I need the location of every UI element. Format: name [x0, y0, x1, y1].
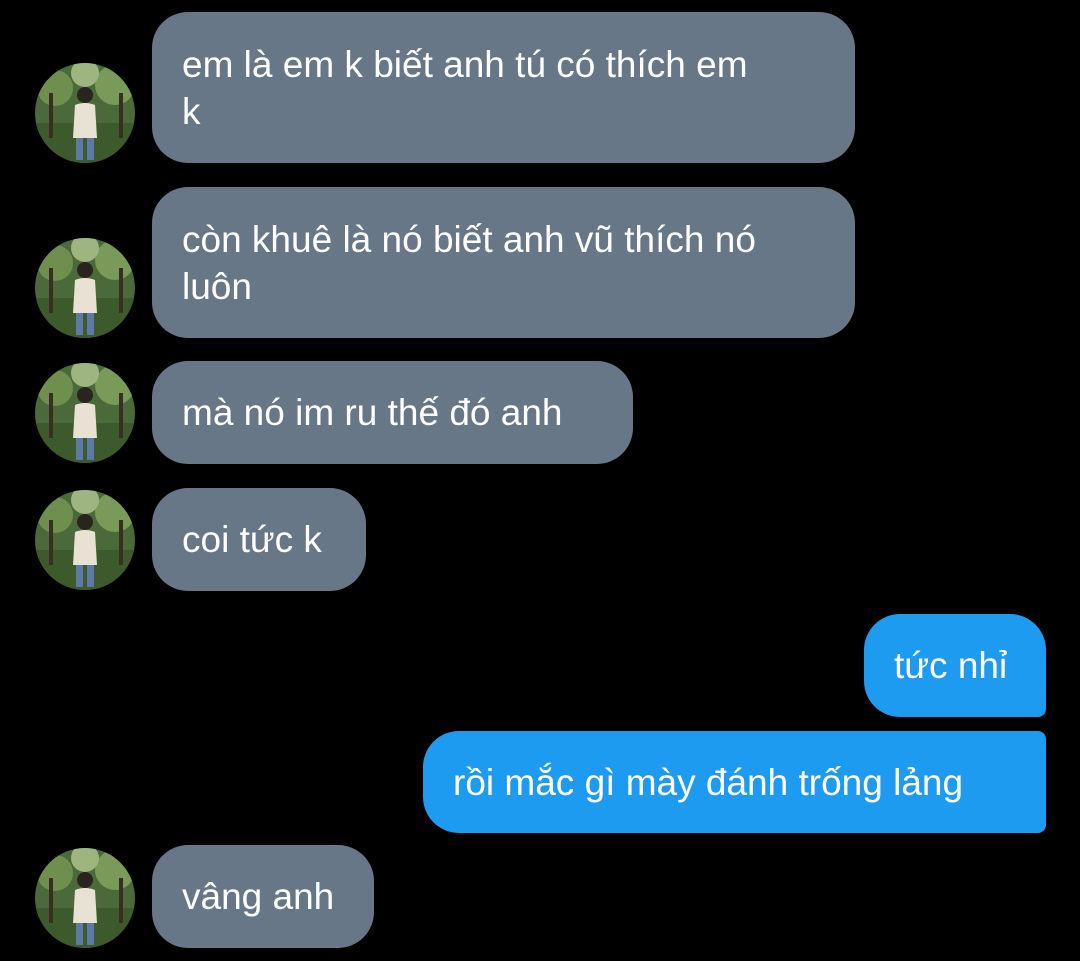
message-text: coi tức k [182, 519, 322, 560]
message-bubble[interactable]: vâng anh [152, 845, 374, 948]
sender-avatar[interactable] [35, 363, 135, 463]
message-bubble[interactable]: còn khuê là nó biết anh vũ thích nó luôn [152, 187, 855, 338]
message-bubble[interactable]: coi tức k [152, 488, 366, 591]
message-text: em là em k biết anh tú có thích em k [182, 43, 748, 132]
avatar-photo-icon [35, 363, 135, 463]
avatar-photo-icon [35, 63, 135, 163]
message-bubble[interactable]: rồi mắc gì mày đánh trống lảng [423, 731, 1046, 833]
avatar-photo-icon [35, 238, 135, 338]
sender-avatar[interactable] [35, 238, 135, 338]
message-bubble[interactable]: mà nó im ru thế đó anh [152, 361, 633, 464]
message-bubble[interactable]: em là em k biết anh tú có thích em k [152, 12, 855, 163]
message-text: vâng anh [182, 876, 335, 917]
message-bubble[interactable]: tức nhỉ [864, 614, 1046, 717]
avatar-photo-icon [35, 848, 135, 948]
sender-avatar[interactable] [35, 490, 135, 590]
message-text: rồi mắc gì mày đánh trống lảng [453, 761, 964, 803]
message-text: mà nó im ru thế đó anh [182, 392, 563, 433]
sender-avatar[interactable] [35, 848, 135, 948]
avatar-photo-icon [35, 490, 135, 590]
message-text: tức nhỉ [894, 645, 1008, 686]
sender-avatar[interactable] [35, 63, 135, 163]
message-text: còn khuê là nó biết anh vũ thích nó luôn [182, 218, 756, 307]
